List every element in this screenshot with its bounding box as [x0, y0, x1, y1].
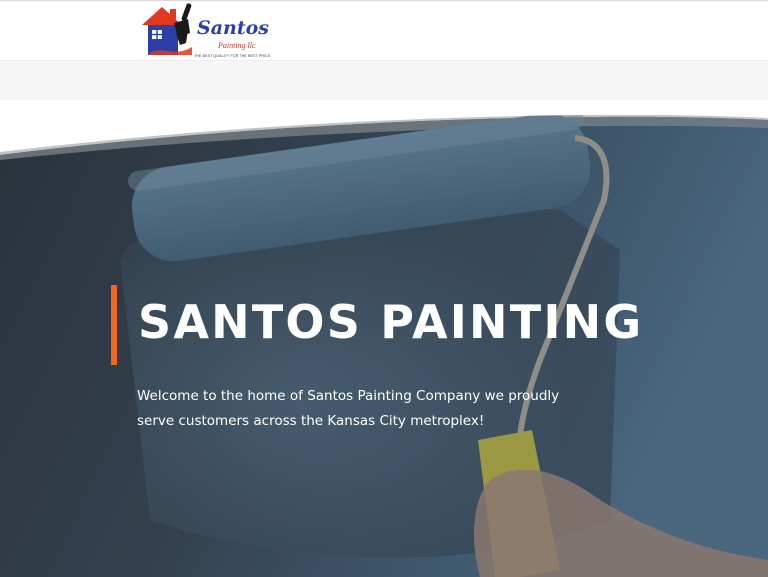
site-logo[interactable]: Santos Painting llc THE BEST QUALITY FOR… — [140, 3, 272, 61]
header-spacer-band — [0, 61, 768, 101]
hero-title: Santos Painting — [138, 295, 644, 349]
logo-wordmark: Santos — [197, 17, 269, 39]
logo-subtitle: Painting llc — [218, 41, 256, 50]
title-accent-bar — [111, 285, 117, 365]
hero-description: Welcome to the home of Santos Painting C… — [137, 388, 560, 429]
logo-tagline: THE BEST QUALITY FOR THE BEST PRICE — [194, 54, 271, 58]
site-header: Santos Painting llc THE BEST QUALITY FOR… — [0, 0, 768, 61]
house-brush-icon — [142, 3, 192, 55]
